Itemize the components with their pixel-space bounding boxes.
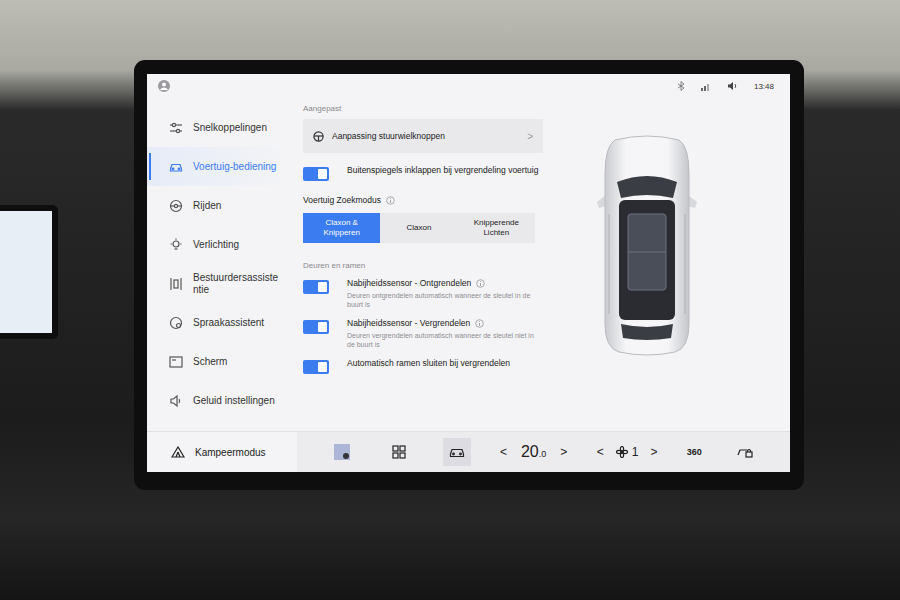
steering-wheel-icon — [313, 131, 324, 142]
search-mode-selector: Claxon & KnipperenClaxonKnipperende Lich… — [303, 213, 535, 243]
sidebar-item[interactable]: Snelkoppelingen — [147, 108, 297, 147]
sidebar-item[interactable]: Bestuurdersassistentie — [147, 264, 297, 303]
sidebar-item[interactable]: Scherm — [147, 342, 297, 381]
steering-buttons-link[interactable]: Aanpassing stuurwielknoppen > — [303, 119, 543, 153]
display-icon — [169, 355, 183, 369]
side-display — [0, 205, 58, 339]
search-mode-label: Voertuig Zoekmodus — [303, 195, 381, 205]
user-icon[interactable] — [157, 79, 171, 93]
app-icon — [333, 443, 351, 461]
fan-icon — [616, 446, 628, 458]
setting-label: Nabijheidssensor - Ontgrendelen — [347, 278, 471, 289]
search-mode-option[interactable]: Knipperende Lichten — [458, 213, 535, 243]
sidebar-label: Geluid instellingen — [193, 395, 275, 407]
clock: 13:48 — [754, 82, 774, 91]
camp-mode-label: Kampeermodus — [195, 447, 266, 458]
vehicle-button[interactable] — [443, 438, 471, 466]
toggle-switch[interactable] — [303, 320, 329, 334]
sidebar-label: Verlichting — [193, 239, 239, 251]
info-icon[interactable] — [386, 196, 395, 205]
temperature: 20 — [521, 443, 539, 460]
sidebar-label: Voertuig-bediening — [193, 161, 276, 173]
sidebar-label: Rijden — [193, 200, 221, 212]
apps-grid-button[interactable] — [385, 438, 413, 466]
mirror-fold-setting: Buitenspiegels inklappen bij vergrendeli… — [303, 165, 543, 181]
fan-down-button[interactable]: < — [597, 445, 604, 459]
toggle-switch[interactable] — [303, 280, 329, 294]
lock-button[interactable] — [731, 438, 759, 466]
sidebar-item[interactable]: Spraakassistent — [147, 303, 297, 342]
sidebar-item[interactable]: Voertuig-bediening — [147, 147, 297, 186]
settings-panel: Aangepast Aanpassing stuurwielknoppen > Bui… — [297, 98, 543, 431]
sidebar-item[interactable]: Rijden — [147, 186, 297, 225]
doors-section: Deuren en ramen Nabijheidssensor - Ontgre… — [303, 261, 543, 374]
link-label: Aanpassing stuurwielknoppen — [332, 131, 519, 141]
bottom-bar: Kampeermodus <20.0 > <1 >360 — [147, 431, 790, 472]
light-icon — [169, 238, 183, 252]
steering-wheel-icon — [169, 199, 183, 213]
temperature-value: 20.0 — [521, 443, 546, 461]
temperature-decimal: .0 — [539, 449, 547, 459]
sidebar: Snelkoppelingen Voertuig-bediening Rijden V… — [147, 98, 297, 431]
search-mode-option[interactable]: Claxon — [380, 213, 457, 243]
section-header: Aangepast — [303, 104, 543, 113]
fan-speed: 1 — [632, 445, 639, 459]
app-button[interactable] — [328, 438, 356, 466]
setting-label: Nabijheidssensor - Vergrendelen — [347, 318, 470, 329]
sidebar-label: Snelkoppelingen — [193, 122, 267, 134]
section-header: Deuren en ramen — [303, 261, 543, 270]
fan-value: 1 — [616, 445, 639, 459]
sidebar-label: Spraakassistent — [193, 317, 264, 329]
info-icon[interactable] — [476, 279, 485, 288]
setting-label: Automatisch ramen sluiten bij vergrendel… — [347, 358, 510, 369]
car-icon — [169, 160, 183, 174]
driver-assist-icon — [169, 277, 183, 291]
signal-icon — [701, 82, 711, 91]
fan-up-button[interactable]: > — [650, 445, 657, 459]
search-mode-title: Voertuig Zoekmodus — [303, 195, 543, 205]
speaker-icon — [169, 394, 183, 408]
door-setting: Nabijheidssensor - Vergrendelen Deuren ve… — [303, 318, 543, 350]
view-360-button[interactable]: 360 — [687, 447, 702, 457]
temp-down-button[interactable]: < — [500, 445, 507, 459]
sidebar-label: Bestuurdersassistentie — [193, 272, 279, 296]
info-icon[interactable] — [475, 319, 484, 328]
door-setting: Nabijheidssensor - Ontgrendelen Deuren on… — [303, 278, 543, 310]
bluetooth-icon — [677, 81, 685, 91]
grid-icon — [392, 445, 406, 459]
sidebar-item[interactable]: Verlichting — [147, 225, 297, 264]
toggle-switch[interactable] — [303, 360, 329, 374]
temp-up-button[interactable]: > — [560, 445, 567, 459]
toggle-switch[interactable] — [303, 167, 329, 181]
setting-label: Buitenspiegels inklappen bij vergrendeli… — [347, 165, 538, 176]
status-bar: 13:48 — [147, 74, 790, 98]
door-setting: Automatisch ramen sluiten bij vergrendel… — [303, 358, 543, 374]
fan-control: <1 > — [597, 445, 658, 459]
voice-assistant-icon — [169, 316, 183, 330]
shortcuts-icon — [169, 121, 183, 135]
car-icon — [449, 446, 465, 458]
sidebar-item[interactable]: Geluid instellingen — [147, 381, 297, 420]
setting-description: Deuren vergrendelen automatisch wanneer … — [347, 331, 543, 350]
tent-icon — [171, 446, 185, 458]
chevron: > — [527, 131, 533, 142]
sidebar-label: Scherm — [193, 356, 227, 368]
temperature-control: <20.0 > — [500, 443, 567, 461]
car-lock-icon — [737, 445, 753, 459]
car-top-view — [595, 134, 699, 431]
search-mode-option[interactable]: Claxon & Knipperen — [303, 213, 380, 243]
camp-mode-button[interactable]: Kampeermodus — [147, 432, 297, 472]
volume-icon[interactable] — [727, 81, 738, 91]
setting-description: Deuren ontgrendelen automatisch wanneer … — [347, 291, 543, 310]
